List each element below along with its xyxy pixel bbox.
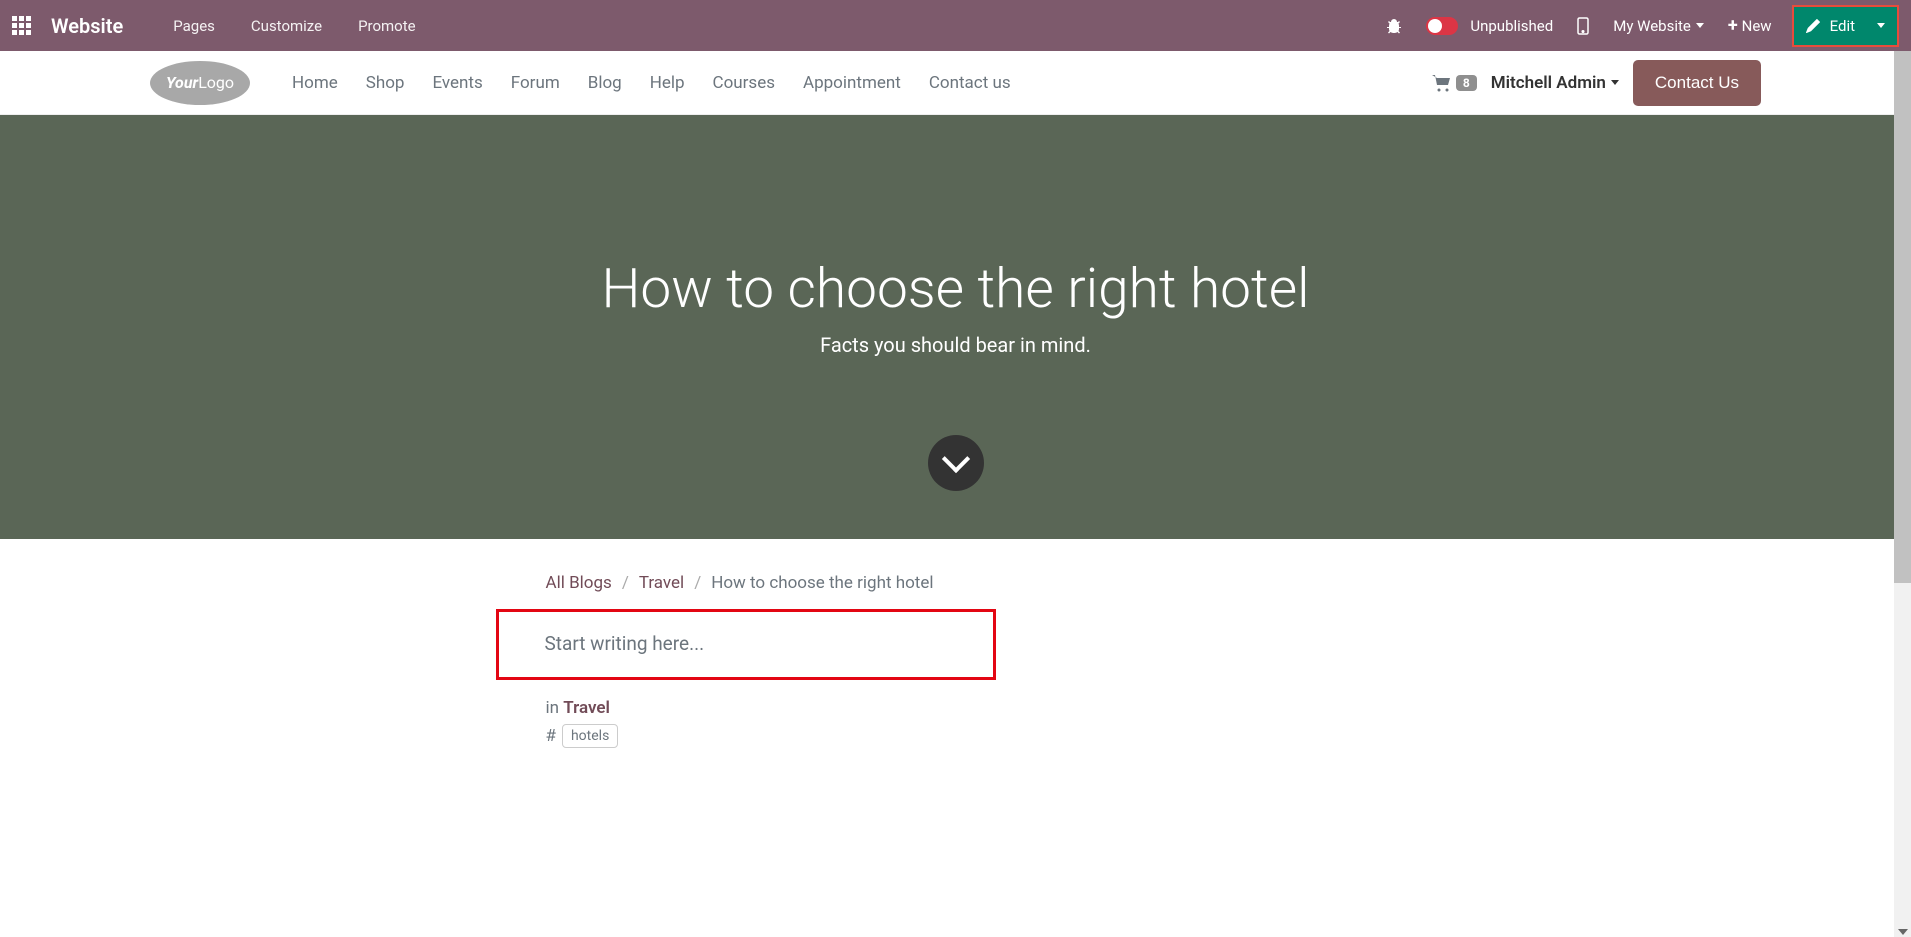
contact-us-button[interactable]: Contact Us [1633, 60, 1761, 106]
breadcrumb-sep: / [694, 573, 701, 593]
mobile-preview-icon[interactable] [1567, 17, 1599, 35]
hero-title: How to choose the right hotel [601, 257, 1309, 321]
post-meta: in Travel [546, 698, 1366, 718]
navbar-right: 8 Mitchell Admin Contact Us [1432, 60, 1761, 106]
breadcrumb-current: How to choose the right hotel [711, 573, 933, 593]
breadcrumb-category[interactable]: Travel [639, 573, 684, 593]
topbar-left: Website Pages Customize Promote [12, 14, 430, 38]
brand-label[interactable]: Website [51, 14, 123, 38]
topbar-customize[interactable]: Customize [237, 17, 336, 35]
meta-category-link[interactable]: Travel [563, 698, 610, 718]
hero-banner: How to choose the right hotel Facts you … [0, 115, 1911, 539]
content-area: All Blogs / Travel / How to choose the r… [546, 539, 1366, 782]
nav-home[interactable]: Home [280, 65, 350, 101]
logo-text-2: Logo [198, 73, 234, 92]
topbar-right: Unpublished My Website New Edit [1376, 5, 1899, 47]
nav-list: Home Shop Events Forum Blog Help Courses… [280, 65, 1023, 101]
nav-contact[interactable]: Contact us [917, 65, 1023, 101]
publish-status-label: Unpublished [1470, 17, 1553, 35]
editor-placeholder[interactable]: Start writing here... [545, 632, 947, 655]
edit-label: Edit [1830, 17, 1855, 35]
topbar-promote[interactable]: Promote [344, 17, 430, 35]
breadcrumb-all-blogs[interactable]: All Blogs [546, 573, 612, 593]
tags-row: # hotels [546, 724, 1366, 748]
breadcrumb-sep: / [622, 573, 629, 593]
topbar-pages[interactable]: Pages [159, 17, 229, 35]
toggle-switch[interactable] [1426, 17, 1458, 35]
cart-icon [1432, 74, 1452, 92]
site-logo[interactable]: YourLogo [150, 61, 250, 105]
scrollbar[interactable] [1894, 51, 1911, 937]
logo-oval: YourLogo [150, 61, 250, 105]
hero-subtitle: Facts you should bear in mind. [820, 333, 1091, 357]
bug-icon[interactable] [1376, 18, 1412, 34]
scroll-down-button[interactable] [928, 435, 984, 491]
new-button[interactable]: New [1718, 15, 1782, 36]
editor-highlight-box: Start writing here... [496, 609, 996, 680]
edit-caret-icon [1877, 23, 1885, 28]
apps-icon[interactable] [12, 16, 31, 35]
logo-text-1: Your [166, 73, 198, 92]
nav-appointment[interactable]: Appointment [791, 65, 913, 101]
site-navbar: YourLogo Home Shop Events Forum Blog Hel… [0, 51, 1911, 115]
pencil-icon [1806, 19, 1820, 33]
meta-in-label: in [546, 698, 560, 718]
nav-shop[interactable]: Shop [354, 65, 417, 101]
scroll-thumb[interactable] [1894, 51, 1911, 583]
nav-blog[interactable]: Blog [576, 65, 634, 101]
edit-button[interactable]: Edit [1792, 5, 1899, 47]
caret-down-icon [1696, 23, 1704, 28]
new-label: New [1742, 17, 1772, 35]
hash-icon: # [546, 726, 556, 746]
user-caret-icon [1611, 80, 1619, 85]
user-name: Mitchell Admin [1491, 73, 1606, 93]
nav-events[interactable]: Events [420, 65, 494, 101]
nav-forum[interactable]: Forum [499, 65, 572, 101]
my-website-dropdown[interactable]: My Website [1603, 17, 1714, 35]
user-dropdown[interactable]: Mitchell Admin [1491, 73, 1619, 93]
cart-button[interactable]: 8 [1432, 74, 1477, 92]
scroll-down-arrow-icon[interactable] [1898, 929, 1908, 935]
publish-toggle[interactable]: Unpublished [1416, 17, 1563, 35]
nav-courses[interactable]: Courses [701, 65, 787, 101]
my-website-label: My Website [1613, 17, 1691, 35]
chevron-down-icon [941, 445, 969, 473]
cart-count: 8 [1456, 75, 1477, 91]
breadcrumb: All Blogs / Travel / How to choose the r… [546, 573, 1366, 593]
admin-topbar: Website Pages Customize Promote Unpublis… [0, 0, 1911, 51]
tag-hotels[interactable]: hotels [562, 724, 618, 748]
nav-help[interactable]: Help [638, 65, 697, 101]
